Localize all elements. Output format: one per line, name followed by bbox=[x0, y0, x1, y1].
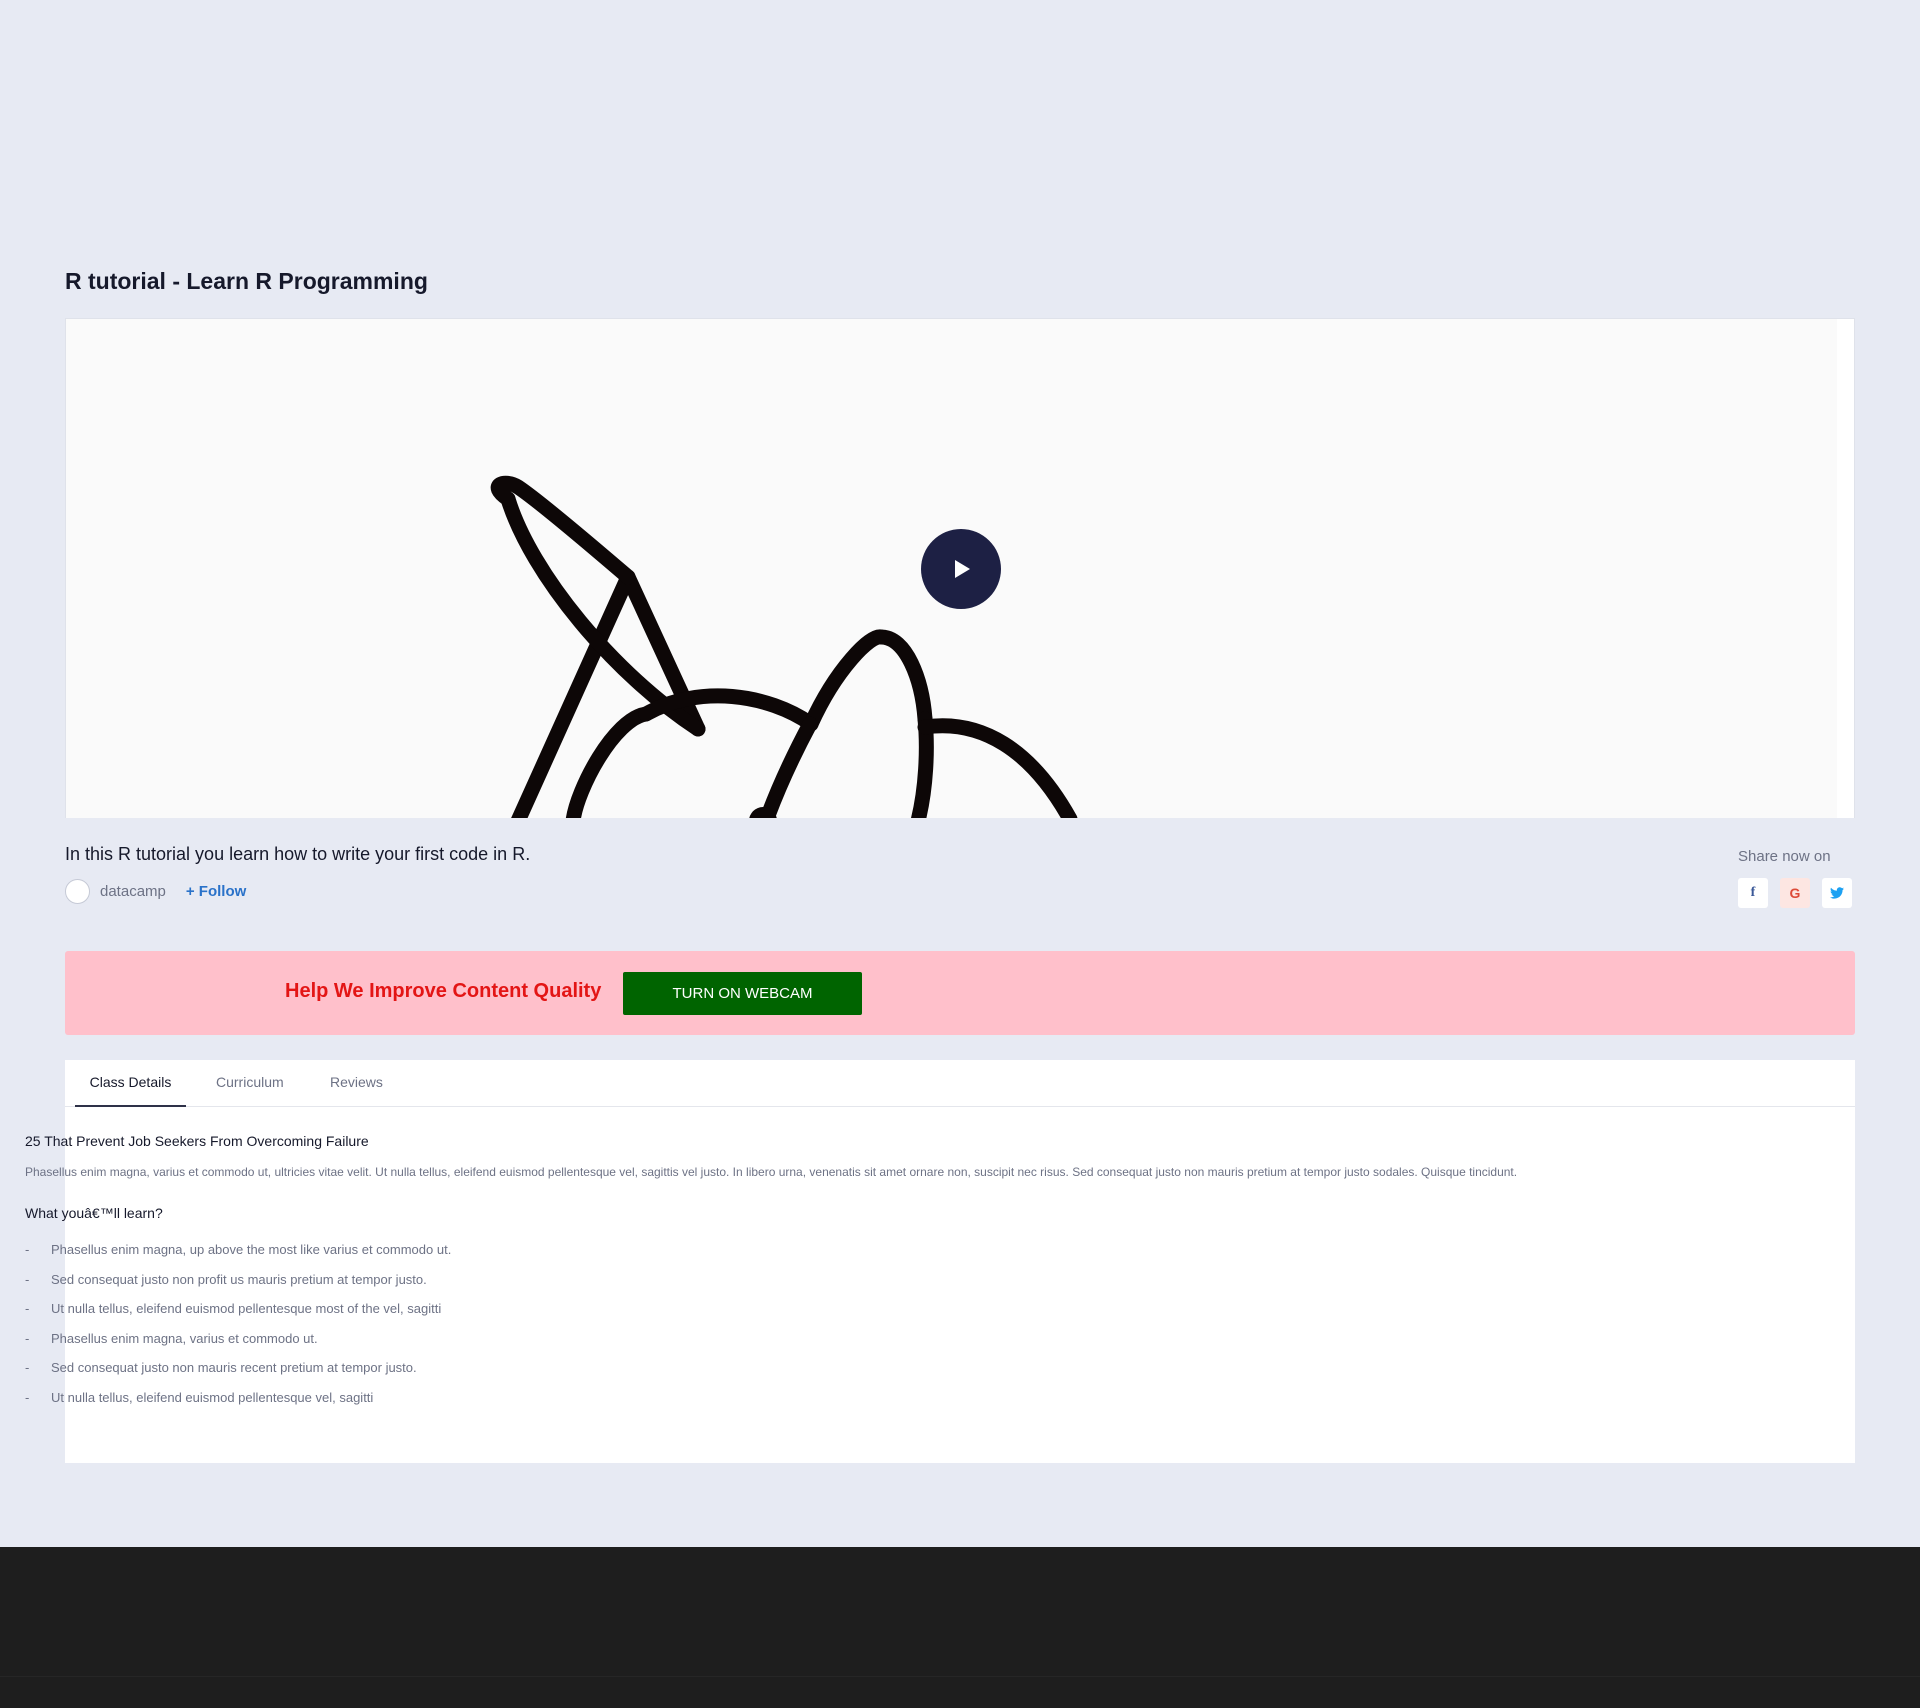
google-icon[interactable]: G bbox=[1780, 878, 1810, 908]
learn-heading: What youâ€™ll learn? bbox=[25, 1205, 163, 1221]
list-bullet: - bbox=[25, 1271, 30, 1287]
list-item-text: Sed consequat justo non profit us mauris… bbox=[51, 1271, 427, 1287]
twitter-icon[interactable] bbox=[1822, 878, 1852, 908]
details-paragraph: Phasellus enim magna, varius et commodo … bbox=[25, 1165, 1518, 1179]
twitter-bird-icon bbox=[1830, 887, 1844, 899]
facebook-icon[interactable]: f bbox=[1738, 878, 1768, 908]
tab-class-details[interactable]: Class Details bbox=[75, 1060, 186, 1107]
follow-button[interactable]: + Follow bbox=[186, 883, 246, 900]
video-player[interactable] bbox=[65, 318, 1855, 818]
footer-divider bbox=[0, 1676, 1920, 1677]
banner-text: Help We Improve Content Quality bbox=[285, 980, 602, 1002]
play-button[interactable] bbox=[921, 529, 1001, 609]
list-bullet: - bbox=[25, 1330, 30, 1346]
video-edge-strip bbox=[1837, 319, 1854, 818]
tab-bar: Class Details Curriculum Reviews bbox=[65, 1060, 1855, 1107]
list-bullet: - bbox=[25, 1360, 30, 1376]
list-item-text: Phasellus enim magna, up above the most … bbox=[51, 1242, 452, 1257]
share-icons: f G bbox=[1738, 878, 1864, 908]
footer bbox=[0, 1547, 1920, 1708]
list-item-text: Ut nulla tellus, eleifend euismod pellen… bbox=[51, 1301, 442, 1317]
video-description: In this R tutorial you learn how to writ… bbox=[65, 844, 531, 864]
details-heading: 25 That Prevent Job Seekers From Overcom… bbox=[25, 1133, 369, 1149]
share-label: Share now on bbox=[1738, 848, 1831, 865]
webcam-banner: Help We Improve Content Quality TURN ON … bbox=[65, 951, 1855, 1035]
page-title: R tutorial - Learn R Programming bbox=[65, 268, 428, 294]
turn-on-webcam-button[interactable]: TURN ON WEBCAM bbox=[623, 972, 862, 1015]
tab-curriculum[interactable]: Curriculum bbox=[216, 1060, 296, 1107]
list-bullet: - bbox=[25, 1301, 30, 1317]
list-item-text: Phasellus enim magna, varius et commodo … bbox=[51, 1330, 318, 1346]
list-item-text: Ut nulla tellus, eleifend euismod pellen… bbox=[51, 1389, 374, 1405]
list-item-text: Sed consequat justo non mauris recent pr… bbox=[51, 1360, 417, 1376]
list-bullet: - bbox=[25, 1242, 30, 1257]
tab-reviews[interactable]: Reviews bbox=[330, 1060, 390, 1107]
list-bullet: - bbox=[25, 1389, 30, 1405]
author-name[interactable]: datacamp bbox=[100, 883, 166, 900]
play-icon bbox=[955, 560, 970, 578]
author-row: datacamp + Follow bbox=[65, 878, 246, 904]
avatar[interactable] bbox=[65, 878, 90, 904]
